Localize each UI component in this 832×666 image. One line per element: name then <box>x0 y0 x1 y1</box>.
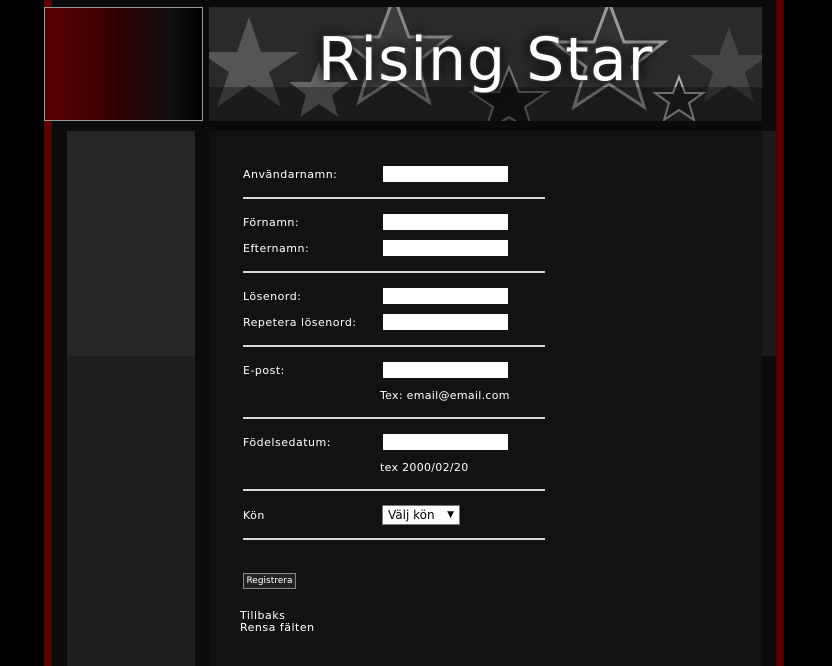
divider <box>243 489 545 491</box>
email-label: E-post: <box>243 364 285 377</box>
lastname-label: Efternamn: <box>243 242 310 255</box>
register-button[interactable]: Registrera <box>243 573 296 589</box>
username-label: Användarnamn: <box>243 168 338 181</box>
divider <box>243 417 545 419</box>
site-title: Rising Star <box>317 25 654 95</box>
gender-select-value: Välj kön <box>388 508 435 522</box>
password-input[interactable] <box>383 288 508 304</box>
birthdate-input[interactable] <box>383 434 508 450</box>
gender-select[interactable]: Välj kön ▼ <box>382 505 460 525</box>
right-strip <box>762 131 776 356</box>
birthdate-label: Födelsedatum: <box>243 436 331 449</box>
divider <box>243 197 545 199</box>
left-sidebar-lower <box>67 356 195 666</box>
clear-fields-link[interactable]: Rensa fälten <box>240 621 315 634</box>
firstname-label: Förnamn: <box>243 216 300 229</box>
divider <box>243 345 545 347</box>
lastname-input[interactable] <box>383 240 508 256</box>
dropdown-arrow-icon: ▼ <box>447 510 454 520</box>
site-banner: Rising Star <box>209 7 762 121</box>
birthdate-hint: tex 2000/02/20 <box>380 461 469 474</box>
email-hint: Tex: email@email.com <box>380 389 510 402</box>
divider <box>243 271 545 273</box>
firstname-input[interactable] <box>383 214 508 230</box>
repeat-password-label: Repetera lösenord: <box>243 316 357 329</box>
corner-gradient-block <box>44 7 203 121</box>
username-input[interactable] <box>383 166 508 182</box>
password-label: Lösenord: <box>243 290 302 303</box>
divider <box>243 538 545 540</box>
gender-label: Kön <box>243 509 265 522</box>
email-input[interactable] <box>383 362 508 378</box>
repeat-password-input[interactable] <box>383 314 508 330</box>
